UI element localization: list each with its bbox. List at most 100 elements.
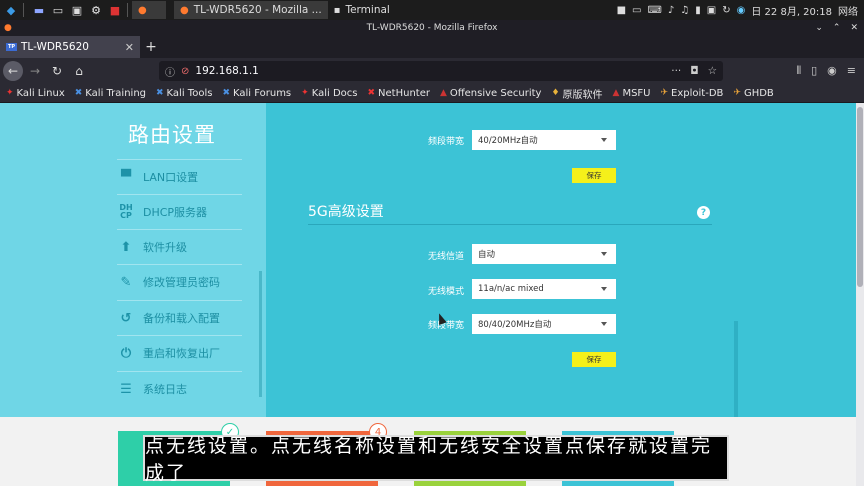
video-subtitle: 点无线设置。点无线名称设置和无线安全设置点保存就设置完成了 xyxy=(143,435,729,484)
band5-save-button[interactable]: 保存 xyxy=(572,352,616,367)
sidebar-toggle-icon[interactable]: ▯ xyxy=(811,64,817,78)
firefox-icon: ● xyxy=(180,4,189,16)
clock[interactable]: 日 22 8月, 20:18 xyxy=(751,3,832,18)
close-icon[interactable]: ✕ xyxy=(850,23,858,33)
dhcp-icon: DH CP xyxy=(119,203,133,220)
pocket-icon[interactable]: ◘ xyxy=(690,65,698,77)
home-button[interactable]: ⌂ xyxy=(69,61,89,81)
kali-menu-icon[interactable]: ◆ xyxy=(3,2,19,18)
window-titlebar: ● TL-WDR5620 - Mozilla Firefox ⌄ ⌃ ✕ xyxy=(0,20,864,36)
bookmark-kali-training[interactable]: ✖ Kali Training xyxy=(75,88,146,99)
page-scrollbar-thumb[interactable] xyxy=(857,107,863,287)
terminal-icon: ▪ xyxy=(333,4,341,16)
desktop-taskbar: ◆ ▬ ▭ ▣ ⚙ ■ ● ● TL-WDR5620 - Mozilla ...… xyxy=(0,0,864,20)
new-tab-button[interactable]: + xyxy=(140,36,162,58)
band24-save-button[interactable]: 保存 xyxy=(572,168,616,183)
bookmark-kali-forums[interactable]: ✖ Kali Forums xyxy=(222,88,291,99)
taskbar-task-firefox[interactable]: ● TL-WDR5620 - Mozilla ... xyxy=(174,1,328,19)
bookmark-kali-linux[interactable]: ✦ Kali Linux xyxy=(6,88,65,99)
lan-icon: ▀ xyxy=(121,169,131,185)
sidebar-item-label: 重启和恢复出厂 xyxy=(143,347,220,360)
bookmark-label: MSFU xyxy=(622,87,651,99)
bookmark-label: Kali Tools xyxy=(166,87,213,99)
taskbar-firefox-launcher[interactable]: ● xyxy=(132,1,166,19)
bookmarks-toolbar: ✦ Kali Linux ✖ Kali Training ✖ Kali Tools ✖… xyxy=(0,84,864,103)
url-text[interactable]: 192.168.1.1 xyxy=(195,65,258,77)
sidebar-item-label: DHCP服务器 xyxy=(143,206,208,219)
show-desktop-icon[interactable]: ▬ xyxy=(31,2,47,18)
settings-gear-icon[interactable]: ⚙ xyxy=(88,2,104,18)
camera-icon[interactable]: ■ xyxy=(617,5,626,16)
terminal-launcher-icon[interactable]: ▣ xyxy=(69,2,85,18)
tab-close-icon[interactable]: ✕ xyxy=(125,41,134,54)
bookmark-nethunter[interactable]: ✖ NetHunter xyxy=(367,88,429,99)
bookmark-label: Exploit-DB xyxy=(671,87,724,99)
maximize-icon[interactable]: ⌃ xyxy=(833,23,841,33)
refresh-icon[interactable]: ↻ xyxy=(722,5,730,16)
app-launcher-icon[interactable]: ■ xyxy=(107,2,123,18)
user-avatar-icon[interactable]: ◉ xyxy=(737,5,746,16)
tab-router[interactable]: TP TL-WDR5620 ✕ xyxy=(0,36,140,58)
bookmark-kali-docs[interactable]: ✦ Kali Docs xyxy=(301,88,357,99)
taskbar-task-terminal[interactable]: ▪ Terminal xyxy=(328,1,396,19)
back-button[interactable]: ← xyxy=(3,61,23,81)
navigation-toolbar: ← → ↻ ⌂ ⓘ ⊘ 192.168.1.1 ··· ◘ ☆ ⫴ ▯ ◉ ≡ xyxy=(0,58,864,84)
volume-icon[interactable]: ♪ xyxy=(668,5,674,16)
minimize-icon[interactable]: ⌄ xyxy=(815,23,823,33)
monitor-icon[interactable]: ▭ xyxy=(632,5,641,16)
bookmark-kali-tools[interactable]: ✖ Kali Tools xyxy=(156,88,212,99)
band5-mode-value: 11a/n/ac mixed xyxy=(478,284,544,294)
band5-bandwidth-select[interactable]: 80/40/20MHz自动 xyxy=(472,314,616,334)
page-actions-icon[interactable]: ··· xyxy=(671,65,681,77)
exploit-db-icon: ✈ xyxy=(660,88,669,98)
bookmark-label: Kali Docs xyxy=(311,87,358,99)
bookmark-yuanban[interactable]: ♦ 原版软件 xyxy=(551,86,602,101)
account-icon[interactable]: ◉ xyxy=(827,64,837,78)
keyboard-icon[interactable]: ⌨ xyxy=(647,5,661,16)
file-manager-icon[interactable]: ▭ xyxy=(50,2,66,18)
notification-bell-icon[interactable]: ♫ xyxy=(680,5,689,16)
bookmark-exploit-db[interactable]: ✈ Exploit-DB xyxy=(661,88,724,99)
sidebar-item-syslog[interactable]: ☰ 系统日志 xyxy=(117,371,242,406)
bookmark-msfu[interactable]: ▲ MSFU xyxy=(613,88,651,99)
system-tray: ■ ▭ ⌨ ♪ ♫ ▮ ▣ ↻ ◉ 日 22 8月, 20:18 网络 xyxy=(617,3,864,18)
power-icon[interactable]: ▮ xyxy=(695,5,701,16)
taskbar-task-label: Terminal xyxy=(345,4,390,16)
help-icon[interactable]: ? xyxy=(697,206,710,219)
band5-channel-select[interactable]: 自动 xyxy=(472,244,616,264)
sidebar-item-lan[interactable]: ▀ LAN口设置 xyxy=(117,159,242,194)
bookmark-ghdb[interactable]: ✈ GHDB xyxy=(733,88,773,99)
sidebar-item-upgrade[interactable]: ⬆ 软件升级 xyxy=(117,229,242,264)
kali-docs-icon: ✦ xyxy=(301,88,309,98)
info-icon[interactable]: ⓘ xyxy=(165,64,175,79)
sidebar-item-reboot[interactable]: ⏻ 重启和恢复出厂 xyxy=(117,335,242,370)
insecure-lock-icon[interactable]: ⊘ xyxy=(181,66,189,77)
kali-dragon-icon: ✦ xyxy=(6,88,14,98)
bookmark-label: Offensive Security xyxy=(449,87,542,99)
bookmark-star-icon[interactable]: ☆ xyxy=(708,65,717,77)
bookmark-label: 原版软件 xyxy=(562,89,603,101)
network-label[interactable]: 网络 xyxy=(838,3,858,18)
forward-button[interactable]: → xyxy=(25,61,45,81)
library-icon[interactable]: ⫴ xyxy=(796,64,801,78)
url-bar[interactable]: ⓘ ⊘ 192.168.1.1 ··· ◘ ☆ xyxy=(159,61,723,81)
sidebar-item-admin-password[interactable]: ✎ 修改管理员密码 xyxy=(117,264,242,299)
band24-bandwidth-select[interactable]: 40/20MHz自动 xyxy=(472,130,616,150)
sidebar-item-label: 系统日志 xyxy=(143,383,187,396)
lock-icon[interactable]: ▣ xyxy=(707,5,716,16)
band5-bandwidth-value: 80/40/20MHz自动 xyxy=(478,320,552,330)
hamburger-menu-icon[interactable]: ≡ xyxy=(847,64,856,78)
msfu-icon: ▲ xyxy=(612,88,620,98)
reload-button[interactable]: ↻ xyxy=(47,61,67,81)
band5-mode-select[interactable]: 11a/n/ac mixed xyxy=(472,279,616,299)
bookmark-offensive-security[interactable]: ▲ Offensive Security xyxy=(440,88,541,99)
software-icon: ♦ xyxy=(551,88,560,98)
panel-scrollbar[interactable] xyxy=(734,321,738,417)
sidebar-item-backup[interactable]: ↺ 备份和载入配置 xyxy=(117,300,242,335)
bookmark-label: Kali Forums xyxy=(232,87,292,99)
window-controls: ⌄ ⌃ ✕ xyxy=(815,20,858,36)
page-scrollbar[interactable] xyxy=(856,103,864,486)
sidebar-scrollbar[interactable] xyxy=(259,271,262,397)
sidebar-item-dhcp[interactable]: DH CP DHCP服务器 xyxy=(117,194,242,229)
page-viewport: 路由设置 ▀ LAN口设置 DH CP DHCP服务器 ⬆ 软件升级 ✎ 修改管理… xyxy=(0,103,864,486)
